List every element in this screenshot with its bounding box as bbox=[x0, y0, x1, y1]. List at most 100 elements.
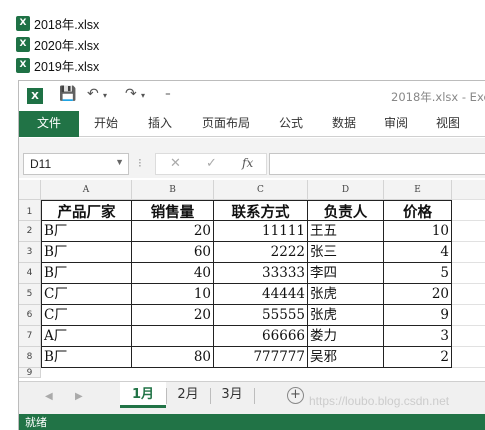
row-header[interactable]: 1 bbox=[19, 200, 41, 221]
tab-page-layout[interactable]: 页面布局 bbox=[197, 111, 255, 137]
table-cell[interactable]: 吴邪 bbox=[308, 347, 384, 368]
redo-icon[interactable]: ↷ bbox=[125, 86, 137, 106]
select-all-corner[interactable] bbox=[19, 180, 41, 200]
table-cell[interactable]: 张虎 bbox=[308, 284, 384, 305]
table-cell[interactable]: B厂 bbox=[41, 347, 132, 368]
tab-view[interactable]: 视图 bbox=[429, 111, 467, 137]
file-item[interactable]: X 2020年.xlsx bbox=[16, 34, 99, 54]
row-header[interactable]: 4 bbox=[19, 263, 41, 284]
table-cell[interactable]: 张虎 bbox=[308, 305, 384, 326]
row-header[interactable]: 6 bbox=[19, 305, 41, 326]
table-cell[interactable]: 44444 bbox=[214, 284, 308, 305]
table-cell[interactable]: B厂 bbox=[41, 242, 132, 263]
next-sheet-icon[interactable]: ▶ bbox=[75, 391, 83, 402]
excel-app-icon: X bbox=[27, 88, 43, 104]
table-cell[interactable]: 2 bbox=[384, 347, 452, 368]
table-cell[interactable]: 10 bbox=[132, 284, 214, 305]
table-cell[interactable]: 张三 bbox=[308, 242, 384, 263]
table-cell[interactable] bbox=[132, 326, 214, 347]
table-cell[interactable]: 60 bbox=[132, 242, 214, 263]
sheet-tab-jan[interactable]: 1月 bbox=[120, 382, 166, 408]
formula-buttons: ✕ ✓ fx bbox=[155, 153, 267, 175]
add-sheet-button[interactable]: + bbox=[287, 387, 304, 404]
spreadsheet-grid[interactable]: A B C D E 123456789 产品厂家 销售量 联系方式 负责人 价格 B厂 20… bbox=[19, 180, 485, 389]
header-cell[interactable]: 价格 bbox=[384, 200, 452, 221]
table-cell[interactable]: 20 bbox=[384, 284, 452, 305]
prev-sheet-icon[interactable]: ◀ bbox=[45, 391, 53, 402]
column-header[interactable] bbox=[452, 180, 485, 200]
customize-qat-icon[interactable]: ⁼ bbox=[165, 89, 171, 109]
header-cell[interactable]: 产品厂家 bbox=[41, 200, 132, 221]
table-cell[interactable]: 3 bbox=[384, 326, 452, 347]
redo-dropdown-icon[interactable]: ▾ bbox=[141, 91, 145, 111]
save-icon[interactable]: 💾 bbox=[59, 86, 76, 106]
name-box-value: D11 bbox=[30, 157, 52, 171]
tab-insert[interactable]: 插入 bbox=[141, 111, 179, 137]
gridline bbox=[452, 283, 485, 284]
table-cell[interactable]: 4 bbox=[384, 242, 452, 263]
row-header[interactable]: 3 bbox=[19, 242, 41, 263]
row-header[interactable]: 9 bbox=[19, 368, 41, 378]
table-cell[interactable]: 33333 bbox=[214, 263, 308, 284]
column-header[interactable]: D bbox=[308, 180, 384, 200]
table-cell[interactable]: 777777 bbox=[214, 347, 308, 368]
header-cell[interactable]: 销售量 bbox=[132, 200, 214, 221]
column-header[interactable]: C bbox=[214, 180, 308, 200]
tab-home[interactable]: 开始 bbox=[87, 111, 125, 137]
row-header[interactable]: 5 bbox=[19, 284, 41, 305]
gridline bbox=[452, 367, 485, 368]
table-cell[interactable]: A厂 bbox=[41, 326, 132, 347]
undo-dropdown-icon[interactable]: ▾ bbox=[103, 91, 107, 111]
file-name: 2020年.xlsx bbox=[34, 38, 100, 53]
header-cell[interactable]: 负责人 bbox=[308, 200, 384, 221]
tab-file[interactable]: 文件 bbox=[19, 111, 79, 137]
file-item[interactable]: X 2019年.xlsx bbox=[16, 55, 99, 75]
column-header[interactable]: A bbox=[41, 180, 132, 200]
table-cell[interactable]: 66666 bbox=[214, 326, 308, 347]
gridline bbox=[452, 346, 485, 347]
status-text: 就绪 bbox=[25, 416, 47, 429]
table-cell[interactable]: 11111 bbox=[214, 221, 308, 242]
column-header[interactable]: B bbox=[132, 180, 214, 200]
table-cell[interactable]: C厂 bbox=[41, 284, 132, 305]
cancel-icon[interactable]: ✕ bbox=[170, 156, 181, 171]
undo-icon[interactable]: ↶ bbox=[87, 86, 99, 106]
drag-handle-icon[interactable]: ⁝ bbox=[138, 156, 142, 170]
table-cell[interactable]: 10 bbox=[384, 221, 452, 242]
table-cell[interactable]: 娄力 bbox=[308, 326, 384, 347]
sheet-tab-mar[interactable]: 3月 bbox=[211, 382, 253, 408]
sheet-tab-feb[interactable]: 2月 bbox=[167, 382, 209, 408]
gridline bbox=[452, 262, 485, 263]
table-cell[interactable]: 5 bbox=[384, 263, 452, 284]
table-cell[interactable]: 55555 bbox=[214, 305, 308, 326]
table-cell[interactable]: 李四 bbox=[308, 263, 384, 284]
tab-data[interactable]: 数据 bbox=[325, 111, 363, 137]
chevron-down-icon[interactable]: ▼ bbox=[115, 157, 124, 167]
table-cell[interactable]: 2222 bbox=[214, 242, 308, 263]
column-header[interactable]: E bbox=[384, 180, 452, 200]
header-cell[interactable]: 联系方式 bbox=[214, 200, 308, 221]
row-header[interactable]: 2 bbox=[19, 221, 41, 242]
row-header[interactable]: 8 bbox=[19, 347, 41, 368]
tab-formulas[interactable]: 公式 bbox=[273, 111, 309, 137]
table-cell[interactable]: 王五 bbox=[308, 221, 384, 242]
tab-review[interactable]: 审阅 bbox=[377, 111, 415, 137]
table-cell[interactable]: B厂 bbox=[41, 221, 132, 242]
formula-bar: D11 ▼ ⁝ ✕ ✓ fx bbox=[19, 150, 485, 178]
table-cell[interactable]: B厂 bbox=[41, 263, 132, 284]
enter-icon[interactable]: ✓ bbox=[206, 156, 217, 171]
insert-function-icon[interactable]: fx bbox=[242, 156, 253, 170]
table-cell[interactable]: 40 bbox=[132, 263, 214, 284]
desktop-file-list: X 2018年.xlsx X 2020年.xlsx X 2019年.xlsx bbox=[0, 0, 485, 82]
table-cell[interactable]: 80 bbox=[132, 347, 214, 368]
row-header[interactable]: 7 bbox=[19, 326, 41, 347]
name-box[interactable]: D11 ▼ bbox=[23, 153, 129, 175]
gridline bbox=[452, 241, 485, 242]
table-cell[interactable]: 20 bbox=[132, 305, 214, 326]
status-bar: 就绪 bbox=[19, 414, 485, 430]
formula-input[interactable] bbox=[269, 153, 485, 175]
table-cell[interactable]: C厂 bbox=[41, 305, 132, 326]
table-cell[interactable]: 20 bbox=[132, 221, 214, 242]
table-cell[interactable]: 9 bbox=[384, 305, 452, 326]
file-item[interactable]: X 2018年.xlsx bbox=[16, 13, 99, 33]
